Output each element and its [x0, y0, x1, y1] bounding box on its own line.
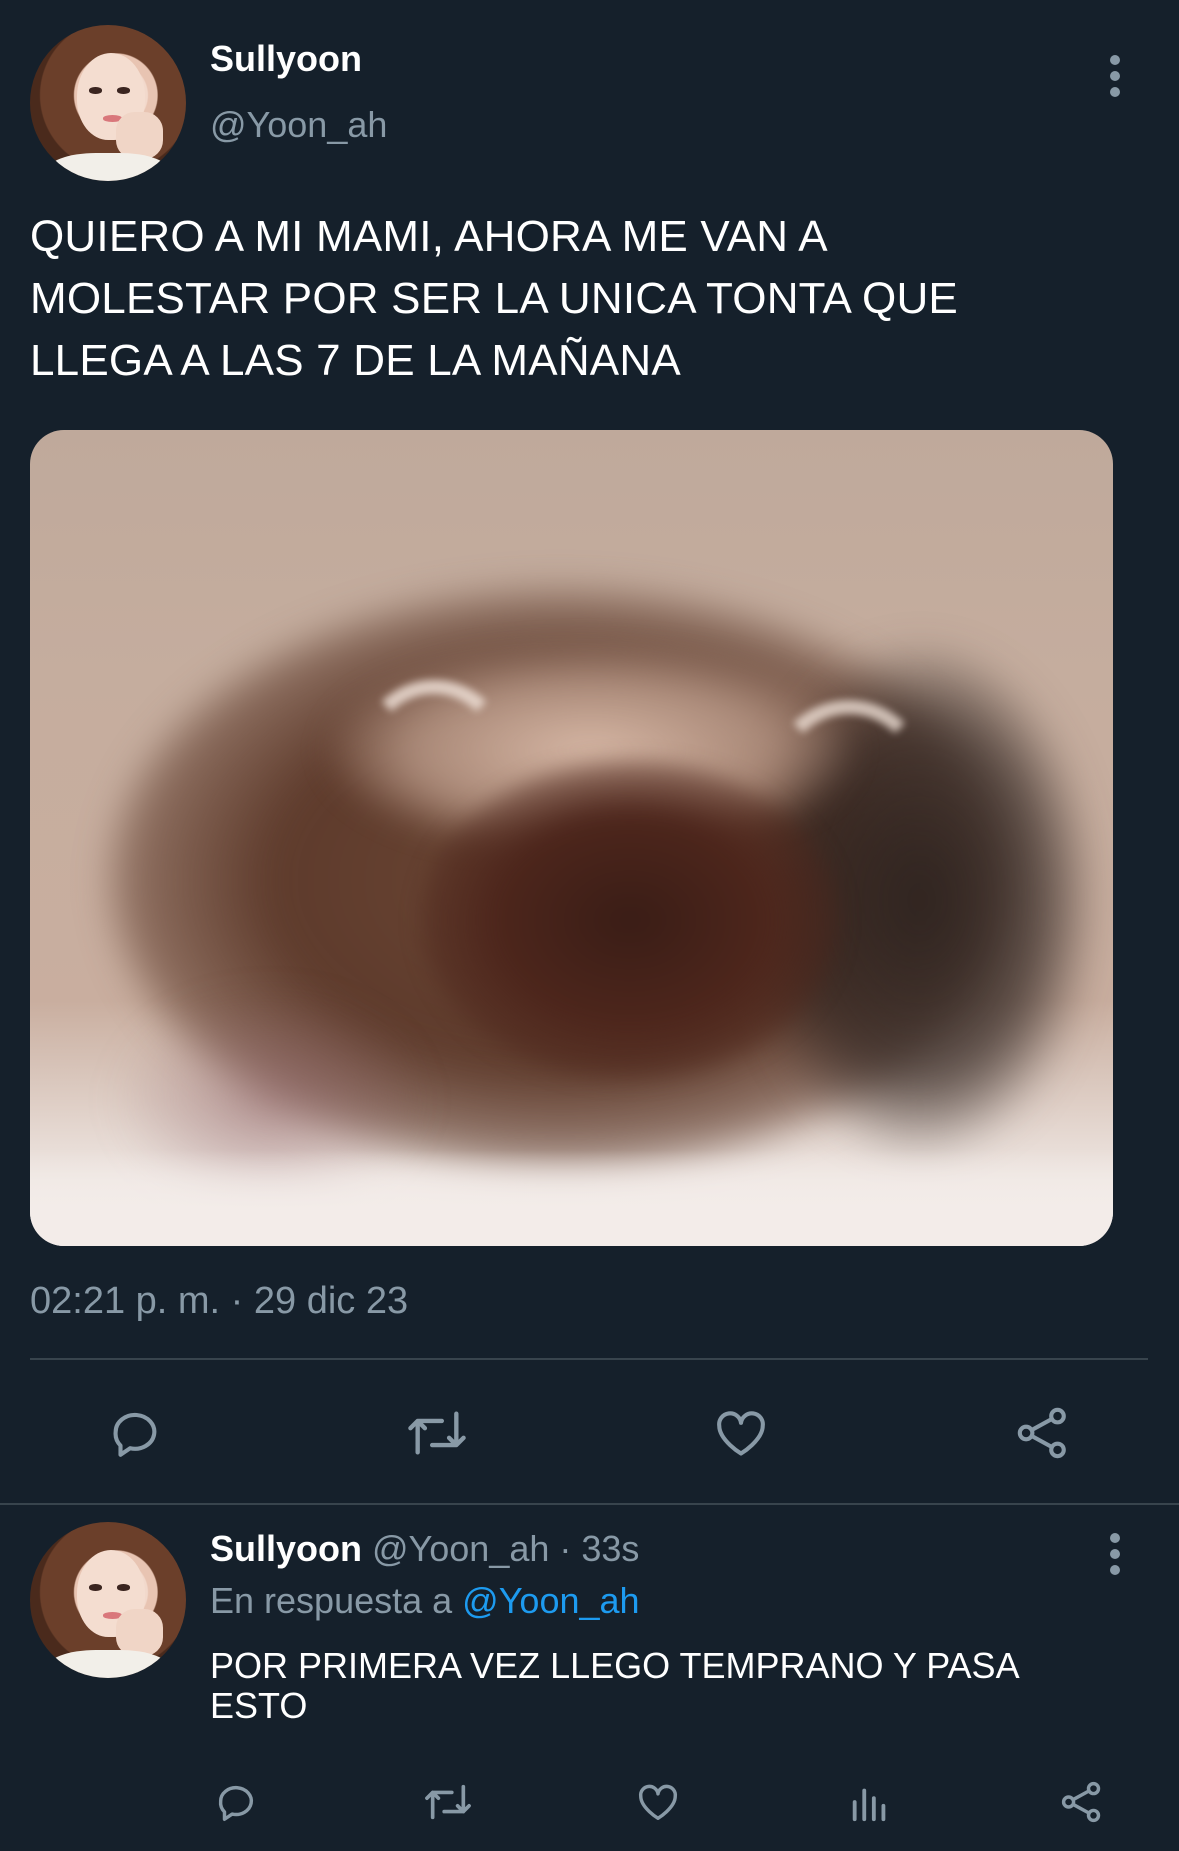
in-reply-prefix: En respuesta a: [210, 1580, 453, 1621]
like-button[interactable]: [706, 1398, 776, 1468]
share-icon: [1061, 1781, 1101, 1823]
analytics-icon: [852, 1788, 886, 1822]
reply-text-line: POR PRIMERA VEZ LLEGO TEMPRANO Y PASA: [210, 1645, 1020, 1686]
retweet-icon: [408, 1411, 466, 1455]
reply-author-handle-time[interactable]: @Yoon_ah · 33s: [372, 1528, 639, 1569]
in-reply-to: En respuesta a @Yoon_ah: [210, 1580, 640, 1622]
share-button[interactable]: [1054, 1774, 1110, 1830]
reply-button[interactable]: [100, 1398, 170, 1468]
like-icon: [639, 1784, 677, 1821]
tweet-text-line: MOLESTAR POR SER LA UNICA TONTA QUE: [30, 274, 958, 323]
reply-author-avatar[interactable]: [30, 1522, 186, 1678]
reply-text-line: ESTO: [210, 1685, 308, 1726]
reply-icon: [113, 1412, 157, 1457]
author-avatar[interactable]: [30, 25, 186, 181]
in-reply-handle-link[interactable]: @Yoon_ah: [462, 1580, 639, 1621]
more-options-icon[interactable]: [1100, 1530, 1130, 1580]
reply-header: Sullyoon @Yoon_ah · 33s: [210, 1528, 639, 1570]
reply-text: POR PRIMERA VEZ LLEGO TEMPRANO Y PASA ES…: [210, 1646, 1160, 1726]
tweet-media-image[interactable]: [30, 430, 1113, 1246]
author-handle[interactable]: @Yoon_ah: [210, 104, 387, 146]
tweet-text-line: LLEGA A LAS 7 DE LA MAÑANA: [30, 336, 681, 385]
author-display-name[interactable]: Sullyoon: [210, 38, 362, 80]
divider: [0, 1503, 1179, 1505]
tweet-text: QUIERO A MI MAMI, AHORA ME VAN A MOLESTA…: [30, 206, 1150, 392]
share-button[interactable]: [1008, 1398, 1078, 1468]
like-icon: [717, 1411, 765, 1456]
retweet-button[interactable]: [420, 1774, 476, 1830]
retweet-button[interactable]: [402, 1398, 472, 1468]
like-button[interactable]: [630, 1774, 686, 1830]
reply-author-display-name[interactable]: Sullyoon: [210, 1528, 362, 1569]
reply-button[interactable]: [208, 1774, 264, 1830]
tweet-timestamp: 02:21 p. m. · 29 dic 23: [30, 1280, 409, 1322]
share-icon: [1017, 1407, 1066, 1459]
analytics-button[interactable]: [842, 1774, 898, 1830]
divider: [30, 1358, 1148, 1360]
reply-icon: [218, 1785, 254, 1821]
tweet-text-line: QUIERO A MI MAMI, AHORA ME VAN A: [30, 212, 828, 261]
more-options-icon[interactable]: [1100, 52, 1130, 102]
retweet-icon: [425, 1784, 471, 1820]
